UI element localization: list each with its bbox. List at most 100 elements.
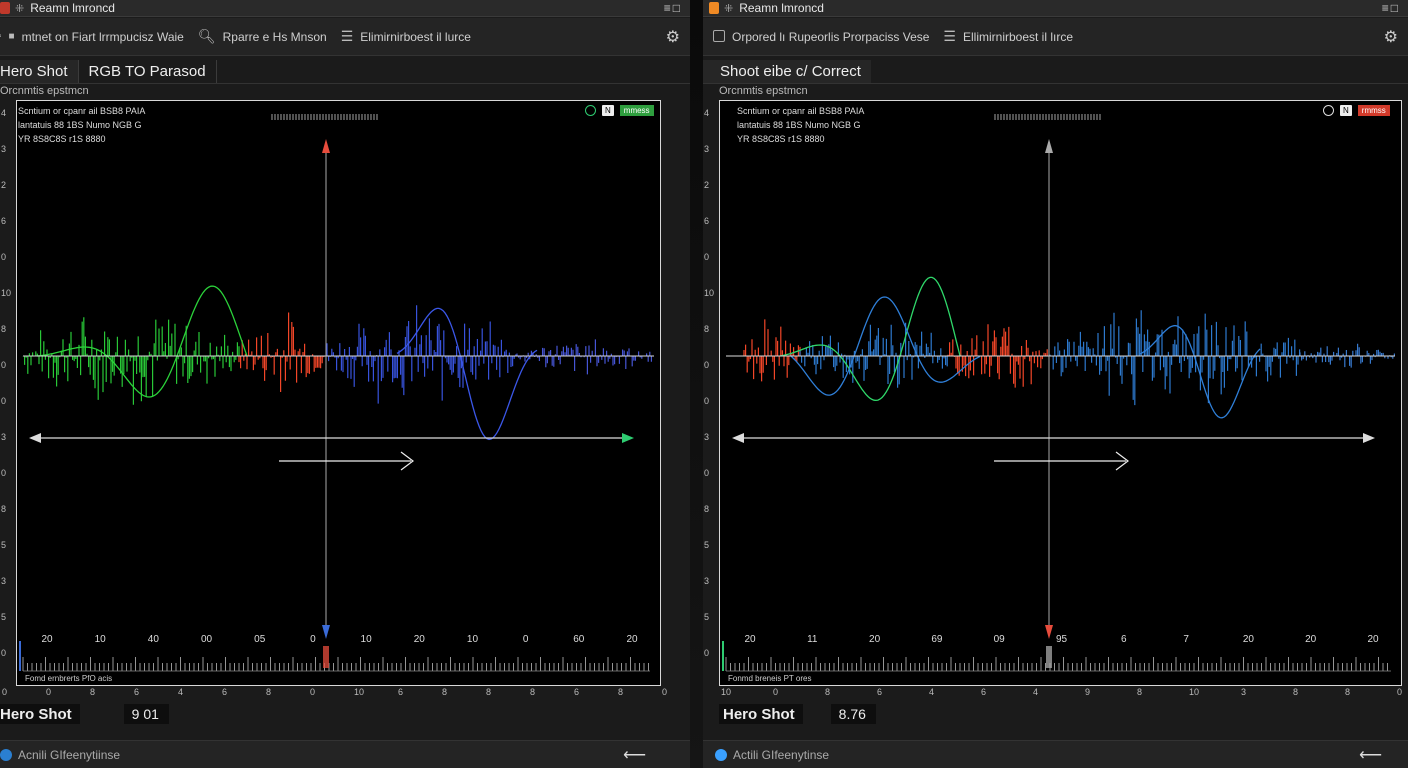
sparkle-icon: ⁜ — [724, 2, 734, 15]
window-title: Reamn lmroncd — [30, 1, 115, 15]
y-tick-label: 0 — [704, 360, 710, 370]
y-tick-label: 8 — [1, 324, 7, 334]
tab-rgb-parade[interactable]: RGB TO Parasod — [79, 60, 217, 83]
badge-tag[interactable]: mmess — [619, 105, 654, 116]
bottom-tick-label: 0 — [46, 687, 52, 697]
range-left-arrow-icon — [732, 433, 744, 443]
tab-shoot-correct[interactable]: Shoot eibe c/ Correct — [703, 60, 871, 83]
x-tick-label: 20 — [1305, 634, 1317, 645]
panel-divider[interactable] — [690, 0, 703, 768]
bottom-tick-label: 10 — [354, 687, 365, 697]
y-tick-label: 8 — [704, 324, 710, 334]
waveform-canvas[interactable]: 20 10 40 00 05 0 10 20 10 0 60 20Fomd ernbrerts PfO… — [17, 101, 662, 687]
x-tick-label: 20 — [1243, 634, 1255, 645]
gear-icon[interactable]: ⚙ — [666, 27, 680, 47]
badge-box[interactable]: N — [602, 105, 614, 116]
toolbar: ▫ ■ mtnet on Fiart lrrmpucisz Waie 🔍︎ Rp… — [0, 18, 690, 56]
waveform-canvas[interactable]: 20 11 20 69 09 95 6 7 20 20 20 Fonmd breneis PT ore… — [720, 101, 1403, 687]
x-tick-label: 0 — [310, 634, 316, 645]
gear-icon[interactable]: ⚙ — [1384, 27, 1398, 47]
info-line: YR 8S8C8S r1S 8880 — [18, 134, 106, 144]
y-tick-label: 3 — [1, 576, 7, 586]
bottom-tick-label: 0 — [773, 687, 779, 697]
bottom-tick-label: 8 — [486, 687, 492, 697]
cursor-glow — [1046, 646, 1052, 668]
info-line: lantatuis 88 1BS Numo NGB G — [18, 120, 142, 130]
bottom-tick-label: 0 — [1397, 687, 1403, 697]
status-text: Acnili GIfeenytiinse — [18, 747, 121, 762]
y-tick-label: 0 — [704, 396, 710, 406]
waveform-burst — [238, 312, 325, 392]
x-tick-label: 0 — [523, 634, 529, 645]
menu-icon[interactable]: ≡□ — [1382, 1, 1400, 15]
bottom-tick-label: 6 — [398, 687, 404, 697]
toolbar-item-list[interactable]: ☰ Elimirnirboest il lurce — [341, 28, 471, 45]
bottom-tick-label: 0 — [2, 687, 8, 697]
level-bar — [19, 641, 21, 671]
tab-hero-shot[interactable]: Hero Shot — [0, 60, 79, 83]
x-tick-label: 69 — [931, 634, 943, 645]
x-tick-label: 10 — [361, 634, 373, 645]
power-icon[interactable] — [585, 105, 596, 116]
y-tick-label: 4 — [1, 108, 7, 118]
toolbar-item-list[interactable]: ☰ Ellimirnirboest il lırce — [943, 28, 1073, 45]
readout-label: Hero Shot — [0, 704, 80, 724]
waveform-burst — [1049, 310, 1301, 406]
section-label: Orcnmtis epstmcn — [0, 85, 89, 97]
waveform-burst — [743, 319, 801, 382]
waveform-curve — [789, 296, 981, 396]
y-tick-label: 10 — [704, 288, 715, 298]
bottom-tick-label: 6 — [981, 687, 987, 697]
y-tick-label: 2 — [704, 180, 710, 190]
y-tick-label: 0 — [704, 252, 710, 262]
toolbar-item-wave[interactable]: ▫ ■ mtnet on Fiart lrrmpucisz Waie — [0, 30, 184, 44]
readout-label: Hero Shot — [719, 704, 803, 724]
readout: Hero Shot 8.76 — [719, 704, 876, 724]
power-icon[interactable] — [1323, 105, 1334, 116]
range-right-arrow-icon — [1363, 433, 1375, 443]
y-tick-label: 5 — [704, 540, 710, 550]
y-tick-label: 0 — [1, 252, 7, 262]
app-icon — [709, 2, 719, 14]
y-tick-label: 3 — [1, 432, 7, 442]
toolbar-item-label: mtnet on Fiart lrrmpucisz Waie — [21, 29, 184, 44]
sparkle-icon: ⁜ — [15, 2, 25, 15]
y-tick-label: 0 — [704, 648, 710, 658]
x-tick-label: 20 — [744, 634, 756, 645]
y-tick-label: 8 — [1, 504, 7, 514]
cursor-top-arrow-icon — [1045, 139, 1053, 153]
x-tick-label: 00 — [201, 634, 213, 645]
x-tick-label: 20 — [414, 634, 426, 645]
toolbar: Orpored lı Rupeorlis Prorpaciss Vese ☰ E… — [703, 18, 1408, 56]
info-line: lantatuis 88 1BS Numo NGB G — [737, 120, 861, 130]
waveform-scope[interactable]: 20 10 40 00 05 0 10 20 10 0 60 20 Fomd ernbrerts PfO… — [16, 100, 661, 686]
menu-icon[interactable]: ≡□ — [664, 1, 682, 15]
back-arrow-icon[interactable]: ⟵ — [1359, 745, 1382, 765]
waveform-burst — [799, 322, 948, 388]
badge-box[interactable]: N — [1340, 105, 1352, 116]
toolbar-item-wave[interactable]: Orpored lı Rupeorlis Prorpaciss Vese — [713, 29, 929, 45]
waveform-scope[interactable]: 20 11 20 69 09 95 6 7 20 20 20 Fonmd breneis PT ore… — [719, 100, 1402, 686]
y-tick-label: 0 — [1, 468, 7, 478]
range-right-arrow-icon — [622, 433, 634, 443]
toolbar-item-search[interactable]: 🔍︎ Rparre e Hs Mnson — [198, 28, 327, 45]
toolbar-item-label: Orpored lı Rupeorlis Prorpaciss Vese — [732, 29, 930, 44]
status-text: Actili GIfeenytinse — [733, 747, 830, 762]
section-label: Orcnmtis epstmcn — [719, 85, 808, 97]
bottom-caption: Fonmd breneis PT ores — [728, 674, 811, 683]
bottom-tick-label: 8 — [618, 687, 624, 697]
back-arrow-icon[interactable]: ⟵ — [623, 745, 646, 765]
y-tick-label: 5 — [1, 540, 7, 550]
left-scope-window: ⁜ Reamn lmroncd ≡□ ▫ ■ mtnet on Fiart lr… — [0, 0, 690, 768]
badge-tag[interactable]: rmmss — [1357, 105, 1390, 116]
bottom-tick-label: 4 — [178, 687, 184, 697]
range-left-arrow-icon — [29, 433, 41, 443]
cursor-bottom-arrow-icon — [322, 625, 330, 639]
stop-icon: ■ — [8, 31, 15, 42]
y-tick-label: 0 — [1, 396, 7, 406]
waveform-burst — [22, 317, 240, 405]
app-root: ⁜ Reamn lmroncd ≡□ ▫ ■ mtnet on Fiart lr… — [0, 0, 1408, 768]
y-tick-label: 3 — [704, 432, 710, 442]
y-tick-label: 4 — [704, 108, 710, 118]
x-tick-label: 20 — [1367, 634, 1379, 645]
